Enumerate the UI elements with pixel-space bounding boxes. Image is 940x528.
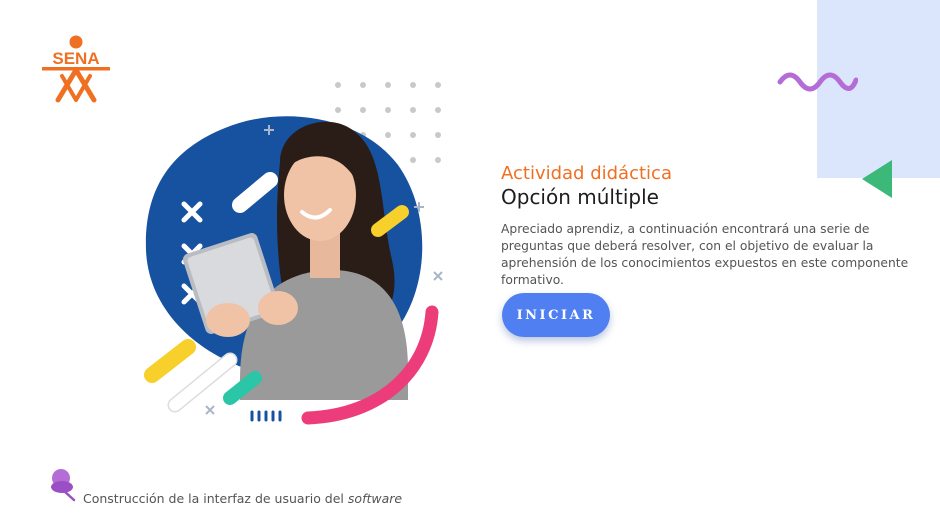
start-button[interactable]: INICIAR: [502, 293, 610, 337]
squiggle-decoration: [777, 72, 858, 92]
footer-caption: Construcción de la interfaz de usuario d…: [83, 491, 402, 506]
sena-logo-text: SENA: [52, 49, 99, 68]
hero-illustration: [144, 82, 443, 425]
pushpin-icon: [51, 469, 76, 502]
sena-logo: SENA: [42, 35, 110, 103]
activity-title: Opción múltiple: [501, 185, 659, 209]
tick-marks: [250, 410, 282, 422]
activity-subtitle: Actividad didáctica: [501, 163, 672, 184]
activity-description: Apreciado aprendiz, a continuación encon…: [501, 222, 909, 287]
footer-emphasis: software: [347, 491, 403, 506]
triangle-decoration: [862, 160, 892, 198]
footer-text: Construcción de la interfaz de usuario d…: [83, 491, 344, 506]
